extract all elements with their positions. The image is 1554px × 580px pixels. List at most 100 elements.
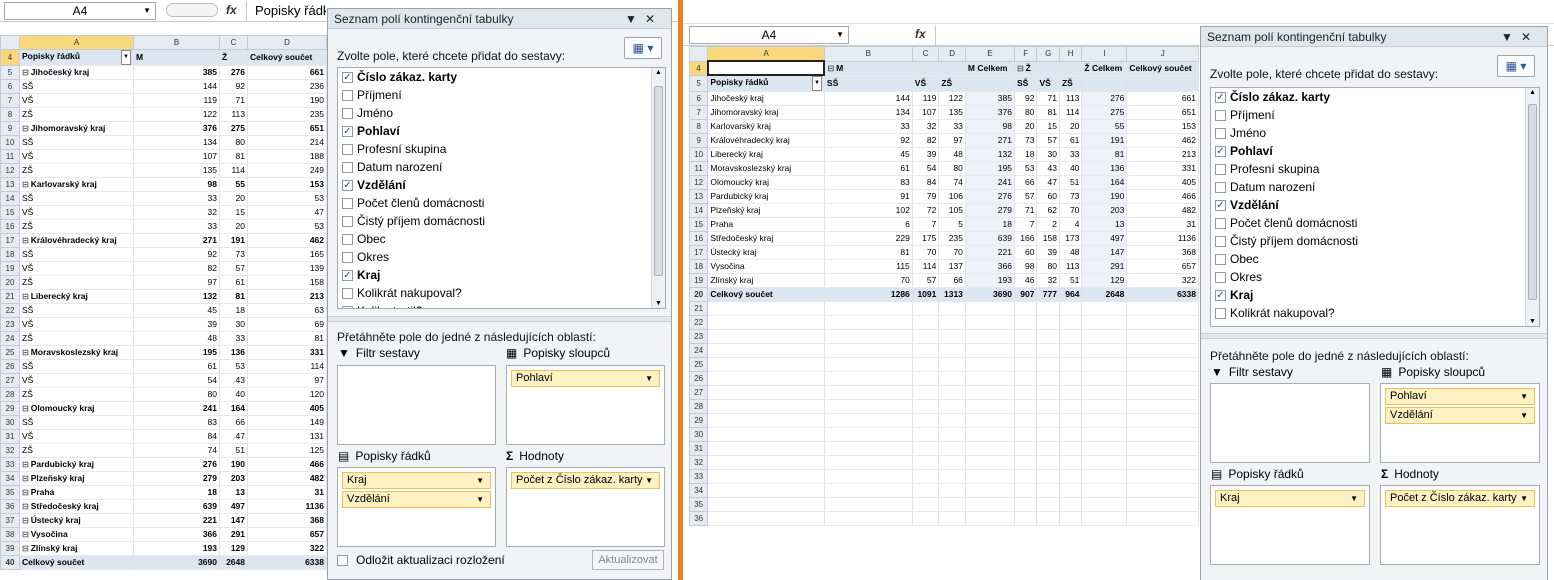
empty-cell[interactable] bbox=[1126, 371, 1199, 386]
empty-cell[interactable] bbox=[1081, 329, 1128, 344]
value-m[interactable]: 98 bbox=[133, 177, 220, 192]
total-value[interactable]: 964 bbox=[1059, 287, 1083, 302]
row-header[interactable]: 29 bbox=[0, 401, 20, 416]
value-cell[interactable]: 113 bbox=[1059, 91, 1083, 106]
row-header[interactable]: 22 bbox=[688, 315, 709, 330]
value-cell[interactable]: 33 bbox=[824, 119, 913, 134]
empty-cell[interactable] bbox=[965, 511, 1015, 526]
column-header-f[interactable]: F bbox=[1013, 46, 1038, 62]
empty-cell[interactable] bbox=[1081, 469, 1128, 484]
field-item[interactable]: Příjmení bbox=[338, 86, 665, 104]
chevron-down-icon[interactable]: ▼ bbox=[476, 492, 484, 507]
value-total[interactable]: 249 bbox=[247, 163, 327, 178]
education-label[interactable]: SŠ bbox=[19, 247, 134, 262]
value-z[interactable]: 40 bbox=[219, 387, 248, 402]
value-cell[interactable]: 144 bbox=[824, 91, 913, 106]
empty-cell[interactable] bbox=[1081, 441, 1128, 456]
row-header[interactable]: 6 bbox=[688, 91, 709, 106]
name-box[interactable]: A4 ▼ bbox=[4, 2, 156, 20]
empty-cell[interactable] bbox=[1081, 385, 1128, 400]
value-cell[interactable]: 48 bbox=[938, 147, 966, 162]
empty-cell[interactable] bbox=[938, 497, 966, 512]
education-label[interactable]: VŠ bbox=[19, 429, 134, 444]
empty-cell[interactable] bbox=[1126, 413, 1199, 428]
row-label[interactable]: ⊟ Liberecký kraj bbox=[19, 289, 134, 304]
empty-cell[interactable] bbox=[912, 469, 940, 484]
empty-cell[interactable] bbox=[1036, 413, 1060, 428]
empty-cell[interactable] bbox=[1036, 371, 1060, 386]
empty-cell[interactable] bbox=[1014, 483, 1038, 498]
value-m[interactable]: 241 bbox=[133, 401, 220, 416]
value-cell[interactable]: 81 bbox=[1081, 147, 1128, 162]
value-m[interactable]: 195 bbox=[133, 345, 220, 360]
row-header[interactable]: 39 bbox=[0, 541, 20, 556]
empty-cell[interactable] bbox=[1081, 427, 1128, 442]
value-cell[interactable]: 70 bbox=[938, 245, 966, 260]
value-cell[interactable]: 119 bbox=[912, 91, 940, 106]
row-header[interactable]: 28 bbox=[688, 399, 709, 414]
empty-cell[interactable] bbox=[1014, 357, 1038, 372]
report-filter-area[interactable] bbox=[337, 365, 496, 445]
row-header[interactable]: 26 bbox=[0, 359, 20, 374]
education-label[interactable]: ZŠ bbox=[19, 387, 134, 402]
value-total[interactable]: 149 bbox=[247, 415, 327, 430]
value-cell[interactable]: 466 bbox=[1126, 189, 1199, 204]
empty-cell[interactable] bbox=[824, 483, 913, 498]
checked-checkbox-icon[interactable]: ✓ bbox=[1215, 289, 1226, 301]
value-cell[interactable]: 191 bbox=[1081, 133, 1128, 148]
row-header[interactable]: 11 bbox=[0, 149, 20, 164]
row-label[interactable]: Plzeňský kraj bbox=[707, 203, 825, 218]
education-label[interactable]: SŠ bbox=[19, 359, 134, 374]
empty-cell[interactable] bbox=[1126, 357, 1199, 372]
value-cell[interactable]: 80 bbox=[1036, 259, 1060, 274]
empty-cell[interactable] bbox=[824, 357, 913, 372]
checkbox-icon[interactable] bbox=[342, 215, 353, 227]
field-chip[interactable]: Počet z Číslo zákaz. karty ▼ bbox=[511, 472, 660, 489]
empty-cell[interactable] bbox=[824, 315, 913, 330]
value-cell[interactable]: 51 bbox=[1059, 175, 1083, 190]
empty-cell[interactable] bbox=[1014, 413, 1038, 428]
value-cell[interactable]: 241 bbox=[965, 175, 1015, 190]
education-label[interactable]: ZŠ bbox=[19, 331, 134, 346]
value-total[interactable]: 462 bbox=[247, 233, 327, 248]
value-cell[interactable]: 70 bbox=[912, 245, 940, 260]
value-m[interactable]: 48 bbox=[133, 331, 220, 346]
empty-cell[interactable] bbox=[938, 441, 966, 456]
value-z[interactable]: 80 bbox=[219, 135, 248, 150]
row-header[interactable]: 30 bbox=[688, 427, 709, 442]
pane-splitter[interactable] bbox=[328, 316, 671, 322]
row-labels-header-cell[interactable]: Popisky řádků ▼ bbox=[707, 75, 825, 92]
value-m[interactable]: 134 bbox=[133, 135, 220, 150]
collapse-icon[interactable]: ⊟ bbox=[22, 528, 29, 541]
value-m[interactable]: 33 bbox=[133, 191, 220, 206]
row-header[interactable]: 8 bbox=[688, 119, 709, 134]
collapse-icon[interactable]: ⊟ bbox=[22, 66, 29, 79]
value-cell[interactable]: 30 bbox=[1036, 147, 1060, 162]
collapse-icon[interactable]: ⊟ bbox=[22, 346, 29, 359]
field-chip[interactable]: Kraj ▼ bbox=[1215, 490, 1365, 507]
collapse-icon[interactable]: ⊟ bbox=[22, 290, 29, 303]
value-cell[interactable]: 66 bbox=[1014, 175, 1038, 190]
empty-cell[interactable] bbox=[1014, 329, 1038, 344]
field-item[interactable]: Datum narození bbox=[1211, 178, 1539, 196]
chevron-down-icon[interactable]: ▼ bbox=[1520, 389, 1528, 404]
row-header[interactable]: 33 bbox=[0, 457, 20, 472]
row-header[interactable]: 23 bbox=[688, 329, 709, 344]
empty-cell[interactable] bbox=[707, 497, 825, 512]
value-total[interactable]: 131 bbox=[247, 429, 327, 444]
checked-checkbox-icon[interactable]: ✓ bbox=[1215, 91, 1226, 103]
empty-cell[interactable] bbox=[824, 399, 913, 414]
empty-cell[interactable] bbox=[707, 371, 825, 386]
row-header[interactable]: 7 bbox=[688, 105, 709, 120]
value-cell[interactable]: 657 bbox=[1126, 259, 1199, 274]
row-header[interactable]: 27 bbox=[0, 373, 20, 388]
empty-cell[interactable] bbox=[938, 371, 966, 386]
row-label[interactable]: ⊟ Královéhradecký kraj bbox=[19, 233, 134, 248]
chevron-down-icon[interactable]: ▼ bbox=[645, 371, 653, 386]
empty-cell[interactable] bbox=[1081, 301, 1128, 316]
defer-update-checkbox[interactable] bbox=[337, 554, 348, 566]
value-z[interactable]: 61 bbox=[219, 275, 248, 290]
scroll-down-icon[interactable]: ▼ bbox=[1529, 318, 1536, 325]
row-label[interactable]: Moravskoslezský kraj bbox=[707, 161, 825, 176]
empty-cell[interactable] bbox=[1059, 427, 1083, 442]
